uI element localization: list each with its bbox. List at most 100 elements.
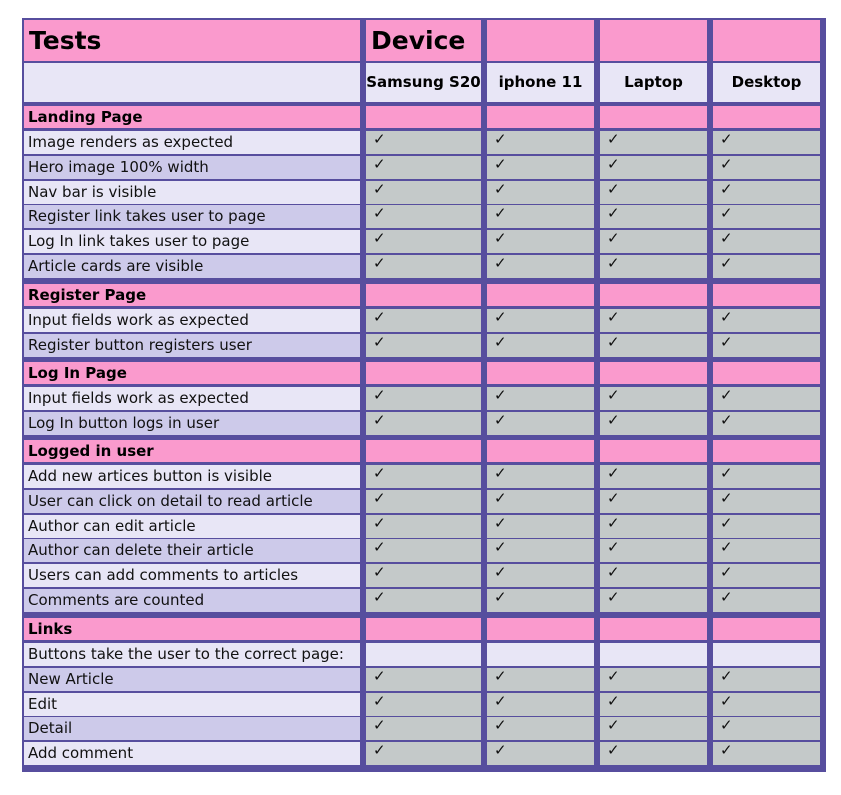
- check-cell-laptop: ✓: [600, 205, 707, 228]
- section-pink-cell: [713, 618, 820, 640]
- check-cell-samsung-s20: ✓: [366, 412, 481, 435]
- check-cell-samsung-s20: ✓: [366, 693, 481, 716]
- check-icon: ✓: [373, 412, 386, 429]
- section-pink-cell: [366, 362, 481, 384]
- check-cell-desktop: ✓: [713, 181, 820, 204]
- check-icon: ✓: [494, 205, 507, 222]
- device-header-blank: [24, 63, 360, 102]
- check-icon: ✓: [607, 387, 620, 404]
- check-cell-desktop: ✓: [713, 387, 820, 410]
- check-cell-iphone-11: ✓: [487, 490, 594, 513]
- section-pink-cell: [713, 362, 820, 384]
- check-icon: ✓: [494, 181, 507, 198]
- test-label: Log In button logs in user: [24, 412, 360, 435]
- section-pink-cell: [366, 618, 481, 640]
- section-pink-cell: [713, 440, 820, 462]
- check-icon: ✓: [494, 589, 507, 606]
- test-label: Comments are counted: [24, 589, 360, 612]
- check-cell-desktop: ✓: [713, 717, 820, 740]
- check-icon: ✓: [720, 717, 733, 734]
- check-icon: ✓: [720, 515, 733, 532]
- test-label: Register button registers user: [24, 334, 360, 357]
- section-pink-cell: [600, 362, 707, 384]
- check-cell-laptop: ✓: [600, 156, 707, 179]
- check-cell-samsung-s20: ✓: [366, 515, 481, 538]
- check-icon: ✓: [373, 387, 386, 404]
- check-cell-laptop: ✓: [600, 668, 707, 691]
- check-cell-laptop: ✓: [600, 230, 707, 253]
- check-cell-laptop: ✓: [600, 309, 707, 332]
- check-cell-desktop: ✓: [713, 693, 820, 716]
- check-cell-laptop: ✓: [600, 181, 707, 204]
- section-heading: Landing Page: [24, 106, 360, 128]
- check-cell-desktop: ✓: [713, 465, 820, 488]
- check-icon: ✓: [607, 255, 620, 272]
- check-cell-iphone-11: ✓: [487, 515, 594, 538]
- check-cell-iphone-11: ✓: [487, 742, 594, 765]
- test-label: Detail: [24, 717, 360, 740]
- check-cell-desktop: ✓: [713, 490, 820, 513]
- check-cell-iphone-11: ✓: [487, 309, 594, 332]
- check-icon: ✓: [720, 309, 733, 326]
- check-cell-iphone-11: ✓: [487, 589, 594, 612]
- check-icon: ✓: [607, 539, 620, 556]
- test-label: Buttons take the user to the correct pag…: [24, 643, 360, 666]
- check-icon: ✓: [373, 564, 386, 581]
- check-icon: ✓: [720, 230, 733, 247]
- test-label: Author can edit article: [24, 515, 360, 538]
- check-cell-desktop: ✓: [713, 230, 820, 253]
- check-icon: ✓: [720, 181, 733, 198]
- check-icon: ✓: [607, 589, 620, 606]
- check-cell-samsung-s20: ✓: [366, 255, 481, 278]
- check-icon: ✓: [607, 230, 620, 247]
- test-label: Image renders as expected: [24, 131, 360, 154]
- check-cell-laptop: ✓: [600, 589, 707, 612]
- device-header-iphone-11: iphone 11: [487, 63, 594, 102]
- check-icon: ✓: [607, 465, 620, 482]
- check-icon: ✓: [720, 387, 733, 404]
- check-cell-desktop: ✓: [713, 412, 820, 435]
- check-icon: ✓: [373, 181, 386, 198]
- check-icon: ✓: [494, 309, 507, 326]
- check-icon: ✓: [494, 539, 507, 556]
- check-icon: ✓: [607, 205, 620, 222]
- check-cell-laptop: ✓: [600, 334, 707, 357]
- check-cell-desktop: ✓: [713, 564, 820, 587]
- section-pink-cell: [487, 284, 594, 306]
- check-icon: ✓: [373, 742, 386, 759]
- header-pink-cell: [600, 20, 707, 61]
- check-icon: ✓: [607, 668, 620, 685]
- check-cell-laptop: ✓: [600, 387, 707, 410]
- check-icon: ✓: [607, 515, 620, 532]
- check-cell-laptop: ✓: [600, 539, 707, 562]
- section-pink-cell: [487, 440, 594, 462]
- check-icon: ✓: [373, 589, 386, 606]
- check-cell-iphone-11: ✓: [487, 717, 594, 740]
- check-icon: ✓: [373, 230, 386, 247]
- check-icon: ✓: [373, 131, 386, 148]
- test-label: Author can delete their article: [24, 539, 360, 562]
- check-cell-laptop: ✓: [600, 490, 707, 513]
- check-icon: ✓: [494, 742, 507, 759]
- check-icon: ✓: [607, 156, 620, 173]
- check-icon: ✓: [607, 717, 620, 734]
- check-cell-samsung-s20: ✓: [366, 181, 481, 204]
- check-cell-iphone-11: ✓: [487, 205, 594, 228]
- check-cell-samsung-s20: ✓: [366, 387, 481, 410]
- check-cell-iphone-11: ✓: [487, 564, 594, 587]
- check-cell-laptop: ✓: [600, 693, 707, 716]
- check-cell-iphone-11: ✓: [487, 693, 594, 716]
- check-cell-desktop: ✓: [713, 334, 820, 357]
- check-icon: ✓: [720, 564, 733, 581]
- section-pink-cell: [487, 106, 594, 128]
- section-pink-cell: [600, 284, 707, 306]
- check-icon: ✓: [494, 387, 507, 404]
- check-cell-iphone-11: ✓: [487, 181, 594, 204]
- check-cell-samsung-s20: ✓: [366, 465, 481, 488]
- check-icon: ✓: [494, 131, 507, 148]
- check-icon: ✓: [373, 693, 386, 710]
- test-matrix-table: Tests Device Samsung S20 iphone 11 Laptop Des…: [22, 18, 826, 772]
- test-label: User can click on detail to read article: [24, 490, 360, 513]
- check-icon: ✓: [607, 309, 620, 326]
- check-cell-samsung-s20: ✓: [366, 156, 481, 179]
